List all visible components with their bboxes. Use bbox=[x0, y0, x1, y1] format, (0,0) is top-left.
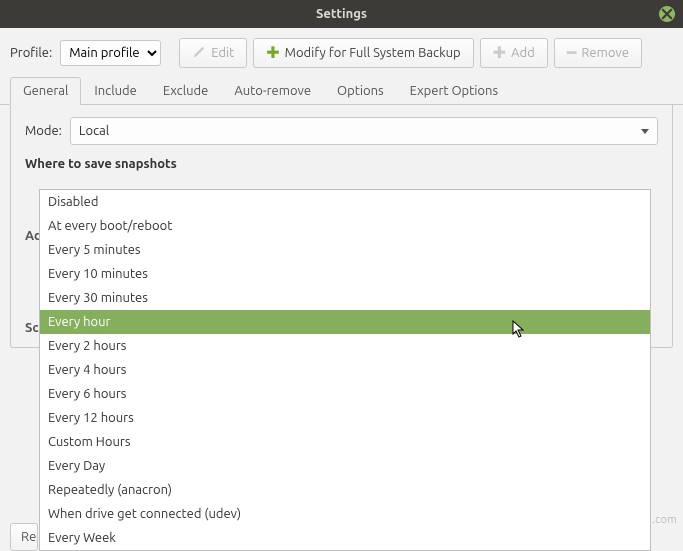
dropdown-item[interactable]: Every 5 minutes bbox=[40, 238, 650, 262]
where-to-save-label: Where to save snapshots bbox=[25, 157, 658, 171]
titlebar: Settings bbox=[0, 0, 683, 28]
tab-general[interactable]: General bbox=[10, 77, 81, 105]
dropdown-item[interactable]: When drive get connected (udev) bbox=[40, 502, 650, 526]
modify-button[interactable]: ✚ Modify for Full System Backup bbox=[253, 38, 473, 68]
edit-label: Edit bbox=[211, 46, 234, 60]
restore-button-partial[interactable]: Res bbox=[10, 523, 38, 551]
dropdown-item[interactable]: Custom Hours bbox=[40, 430, 650, 454]
tabs: General Include Exclude Auto-remove Opti… bbox=[0, 76, 683, 105]
add-label: Add bbox=[511, 46, 535, 60]
dropdown-item[interactable]: Every 30 minutes bbox=[40, 286, 650, 310]
mode-label: Mode: bbox=[25, 124, 62, 138]
dropdown-item[interactable]: Every 12 hours bbox=[40, 406, 650, 430]
edit-button[interactable]: Edit bbox=[179, 38, 247, 68]
tab-exclude[interactable]: Exclude bbox=[150, 77, 222, 105]
add-button[interactable]: ✚ Add bbox=[480, 38, 548, 68]
dropdown-item[interactable]: Repeatedly (anacron) bbox=[40, 478, 650, 502]
close-button[interactable] bbox=[659, 6, 675, 22]
chevron-down-icon bbox=[641, 129, 649, 134]
tab-expert-options[interactable]: Expert Options bbox=[397, 77, 511, 105]
tab-options[interactable]: Options bbox=[324, 77, 397, 105]
dropdown-item[interactable]: Every Week bbox=[40, 526, 650, 550]
mode-value: Local bbox=[79, 124, 109, 138]
remove-button[interactable]: ━ Remove bbox=[554, 38, 642, 68]
modify-label: Modify for Full System Backup bbox=[285, 46, 461, 60]
dropdown-item[interactable]: Every 10 minutes bbox=[40, 262, 650, 286]
pencil-icon bbox=[192, 45, 206, 62]
remove-label: Remove bbox=[581, 46, 629, 60]
plus-icon: ✚ bbox=[266, 46, 279, 60]
dropdown-item[interactable]: At every boot/reboot bbox=[40, 214, 650, 238]
x-icon bbox=[660, 7, 674, 21]
tab-auto-remove[interactable]: Auto-remove bbox=[221, 77, 324, 105]
mode-select[interactable]: Local bbox=[70, 117, 658, 145]
schedule-dropdown[interactable]: DisabledAt every boot/rebootEvery 5 minu… bbox=[39, 189, 651, 551]
profile-select[interactable]: Main profile bbox=[60, 40, 161, 66]
plus-icon: ✚ bbox=[493, 46, 506, 60]
window-title: Settings bbox=[316, 7, 367, 21]
dropdown-item[interactable]: Every hour bbox=[40, 310, 650, 334]
dropdown-item[interactable]: Every 4 hours bbox=[40, 358, 650, 382]
dropdown-item[interactable]: Every 6 hours bbox=[40, 382, 650, 406]
dropdown-item[interactable]: Disabled bbox=[40, 190, 650, 214]
dropdown-item[interactable]: Every Day bbox=[40, 454, 650, 478]
tab-include[interactable]: Include bbox=[81, 77, 149, 105]
toolbar: Profile: Main profile Edit ✚ Modify for … bbox=[0, 28, 683, 76]
dropdown-item[interactable]: Every 2 hours bbox=[40, 334, 650, 358]
profile-label: Profile: bbox=[10, 46, 52, 60]
minus-icon: ━ bbox=[567, 46, 577, 60]
